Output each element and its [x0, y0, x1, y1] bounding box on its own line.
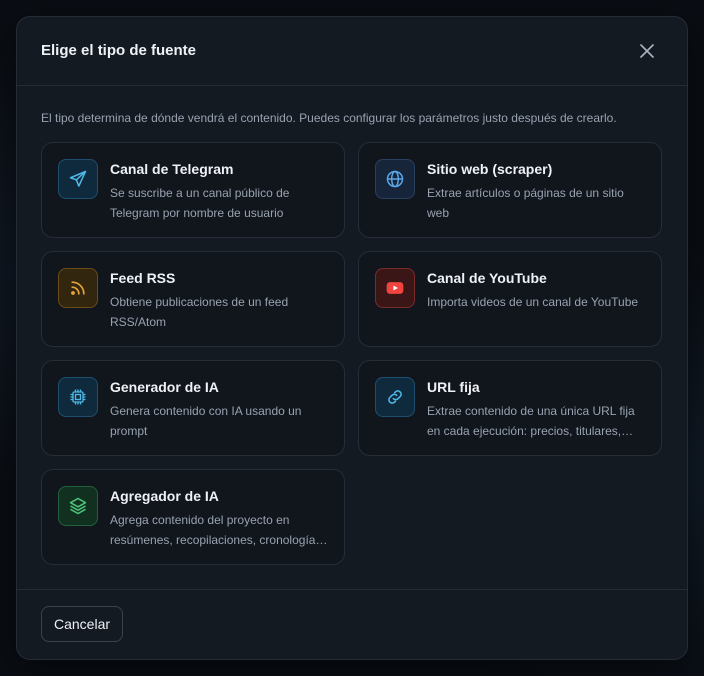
layers-icon — [69, 497, 87, 515]
source-card-youtube[interactable]: Canal de YouTube Importa videos de un ca… — [358, 251, 662, 347]
icon-container — [58, 377, 98, 417]
source-card-ai-aggregator[interactable]: Agregador de IA Agrega contenido del pro… — [41, 469, 345, 565]
card-description: Se suscribe a un canal público de Telegr… — [110, 186, 290, 220]
dialog-header: Elige el tipo de fuente — [17, 17, 687, 86]
dialog-description: El tipo determina de dónde vendrá el con… — [41, 111, 617, 125]
icon-container — [58, 268, 98, 308]
icon-container — [375, 159, 415, 199]
card-title: URL fija — [427, 379, 480, 395]
icon-container — [375, 377, 415, 417]
source-card-website[interactable]: Sitio web (scraper) Extrae artículos o p… — [358, 142, 662, 238]
icon-container — [58, 159, 98, 199]
card-description: Obtiene publicaciones de un feed RSS/Ato… — [110, 295, 289, 329]
chip-icon — [70, 389, 86, 405]
link-icon — [388, 390, 402, 404]
card-title: Agregador de IA — [110, 488, 219, 504]
send-icon — [69, 170, 87, 187]
card-description: Extrae artículos o páginas de un sitio w… — [427, 186, 624, 220]
source-card-fixed-url[interactable]: URL fija Extrae contenido de una única U… — [358, 360, 662, 456]
card-title: Sitio web (scraper) — [427, 161, 553, 177]
dialog-title: Elige el tipo de fuente — [41, 42, 197, 59]
source-card-ai-generator[interactable]: Generador de IA Genera contenido con IA … — [41, 360, 345, 456]
icon-container — [58, 486, 98, 526]
card-title: Canal de YouTube — [427, 270, 547, 286]
source-type-dialog: Elige el tipo de fuente El tipo determin… — [16, 16, 688, 660]
card-description: Extrae contenido de una única URL fija e… — [427, 404, 635, 438]
card-title: Feed RSS — [110, 270, 176, 286]
icon-container — [375, 268, 415, 308]
close-button[interactable] — [637, 41, 657, 61]
globe-icon — [386, 170, 404, 188]
card-description: Importa videos de un canal de YouTube — [427, 295, 639, 309]
rss-icon — [71, 281, 85, 295]
close-icon — [640, 44, 654, 58]
card-title: Generador de IA — [110, 379, 219, 395]
card-description: Genera contenido con IA usando un prompt — [110, 404, 302, 438]
source-card-rss[interactable]: Feed RSS Obtiene publicaciones de un fee… — [41, 251, 345, 347]
card-title: Canal de Telegram — [110, 161, 234, 177]
youtube-icon — [386, 282, 404, 294]
card-description: Agrega contenido del proyecto en resúmen… — [110, 513, 331, 547]
dialog-footer: Cancelar — [17, 589, 687, 659]
source-card-telegram[interactable]: Canal de Telegram Se suscribe a un canal… — [41, 142, 345, 238]
cancel-button[interactable]: Cancelar — [41, 606, 124, 642]
